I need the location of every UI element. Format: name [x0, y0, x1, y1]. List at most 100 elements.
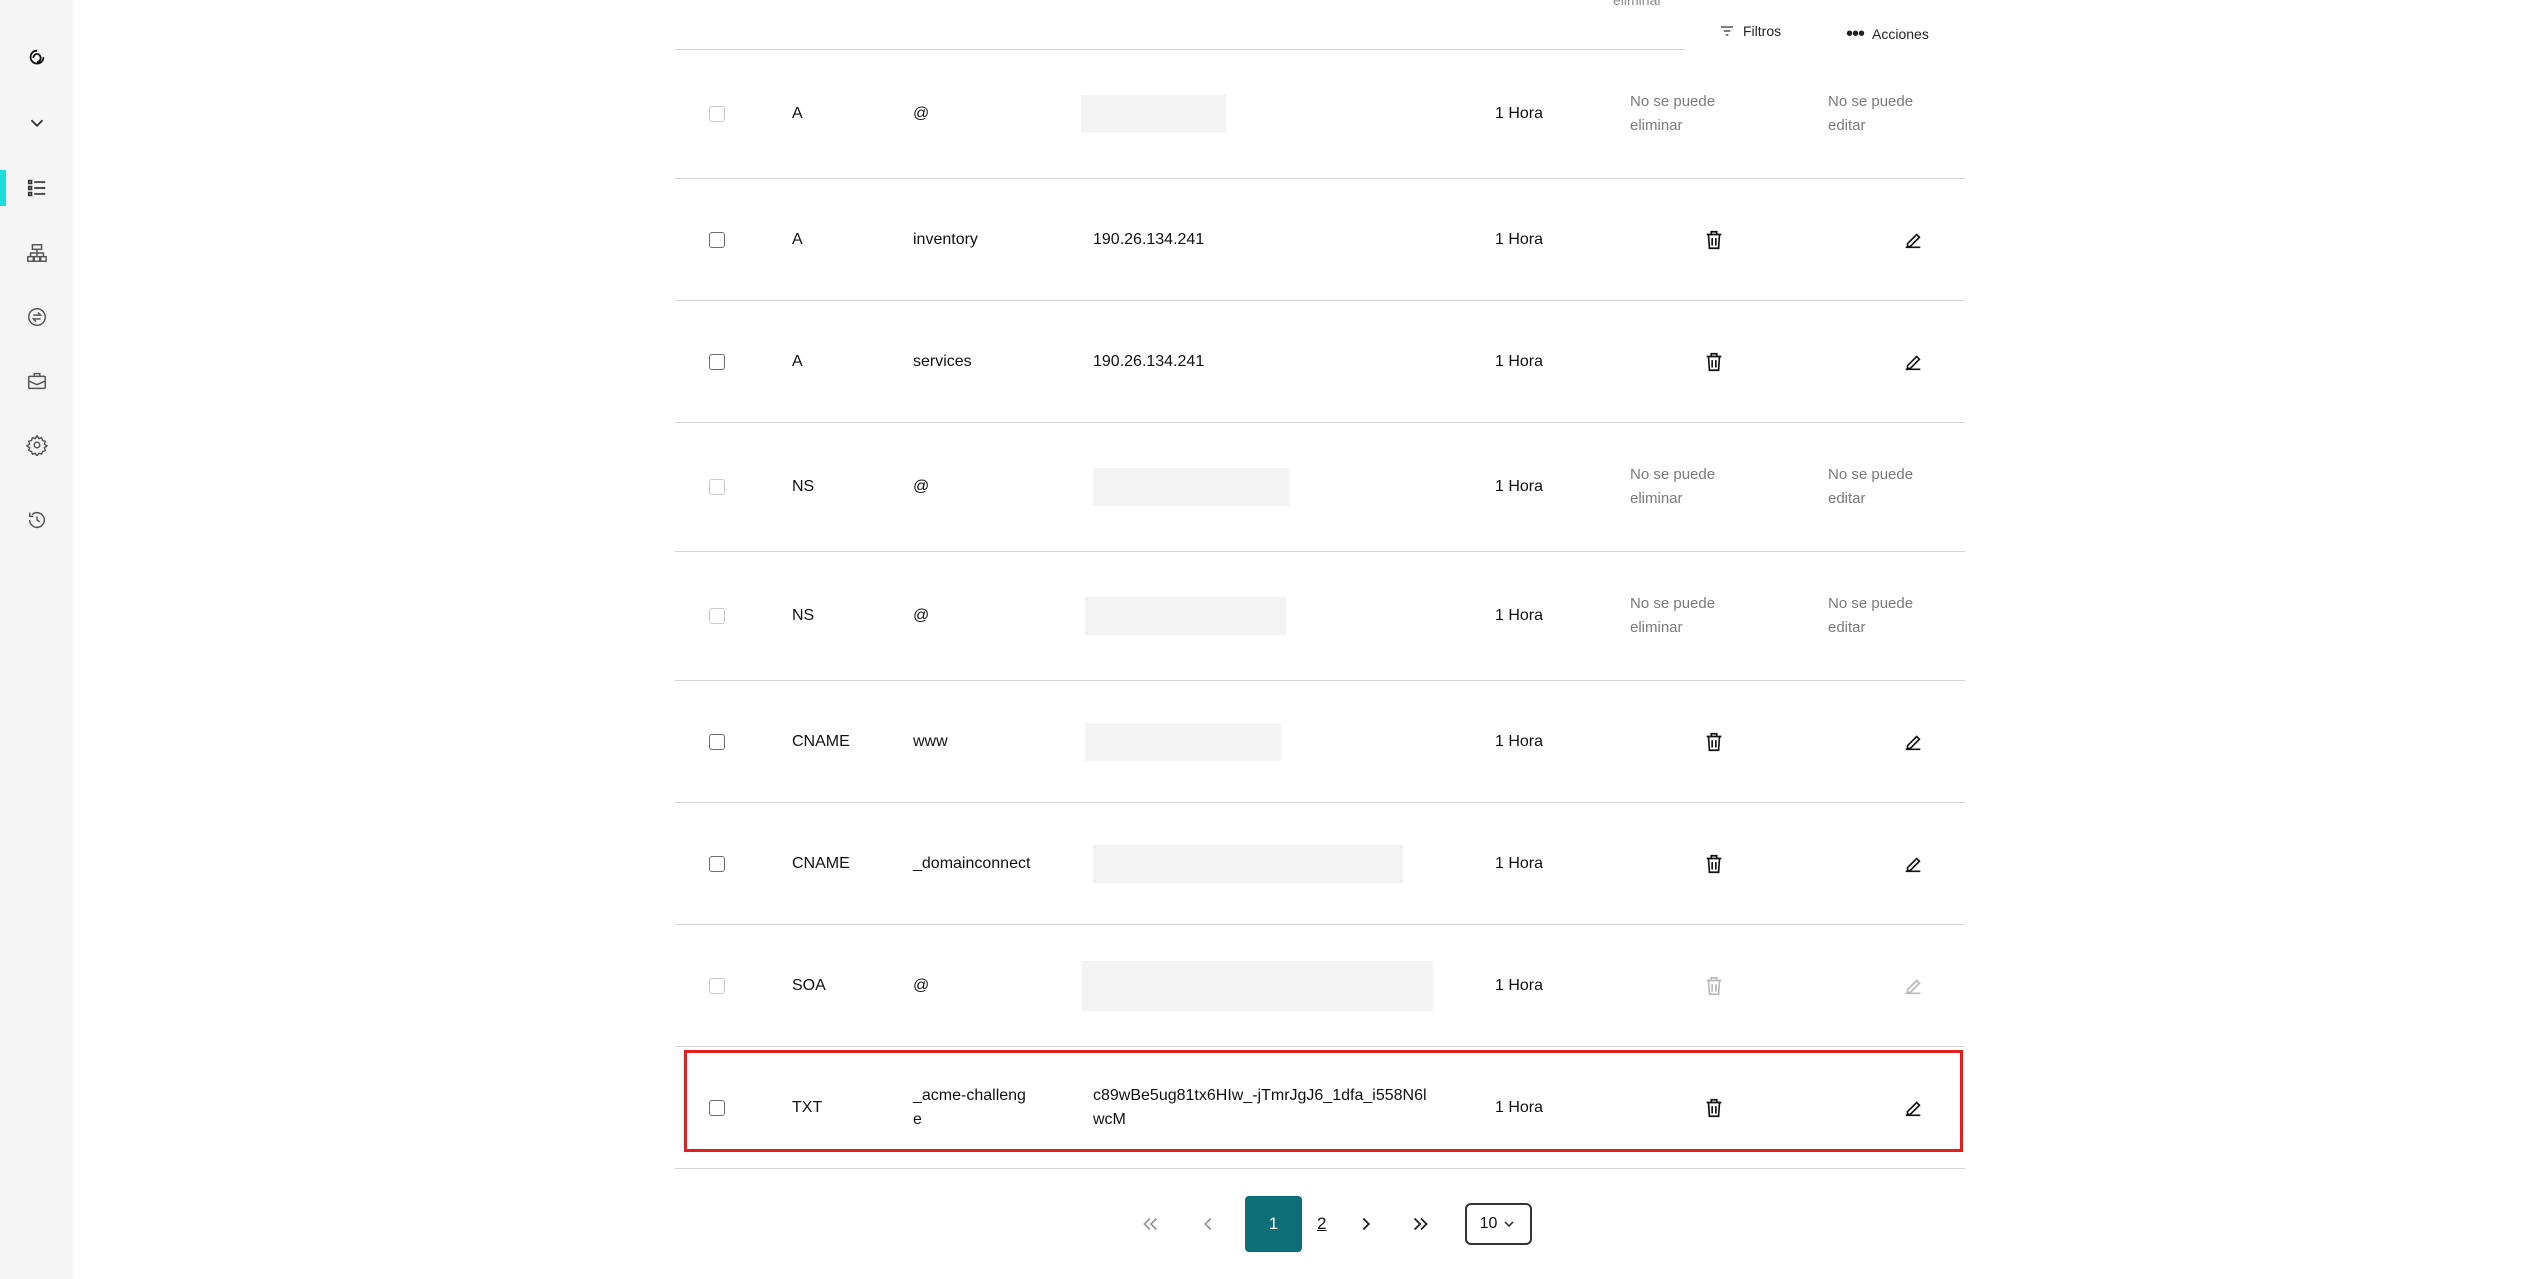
redacted-value [1085, 722, 1281, 761]
chevron-right-icon [1362, 1217, 1371, 1231]
trash-icon[interactable] [1702, 730, 1726, 754]
page-size-value: 10 [1479, 1215, 1498, 1232]
table-row: A services 190.26.134.241 1 Hora [675, 301, 1965, 423]
first-page-button[interactable] [1139, 1196, 1161, 1252]
record-name: @ [913, 105, 930, 122]
row-checkbox[interactable] [709, 855, 725, 872]
double-chevron-left-icon [1143, 1217, 1158, 1231]
table-row: A @ 1 Hora No se puede eliminar No se pu… [675, 50, 1965, 179]
row-checkbox[interactable] [709, 977, 725, 994]
trash-icon[interactable] [1702, 350, 1726, 374]
actions-label: Acciones [1872, 26, 1929, 42]
record-name: @ [913, 607, 930, 624]
pencil-icon[interactable] [1901, 730, 1925, 754]
record-type: NS [792, 478, 815, 495]
page-1-button[interactable]: 1 [1245, 1196, 1302, 1252]
filters-button[interactable]: Filtros [1719, 23, 1781, 39]
record-type: A [792, 352, 803, 370]
pencil-icon[interactable] [1901, 1096, 1925, 1120]
record-type: SOA [792, 976, 826, 994]
record-ttl: 1 Hora [1495, 607, 1544, 624]
godaddy-logo-icon[interactable] [0, 40, 73, 76]
row-checkbox[interactable] [709, 106, 725, 122]
record-value [1081, 50, 1433, 178]
record-value: 190.26.134.241 [1093, 230, 1205, 248]
record-name: _acme-challenge [913, 1086, 1026, 1128]
briefcase-icon[interactable] [0, 363, 73, 399]
record-ttl: 1 Hora [1495, 976, 1544, 994]
record-type: TXT [792, 1098, 823, 1116]
record-type: CNAME [792, 854, 850, 872]
table-row: SOA @ 1 Hora [675, 925, 1965, 1047]
history-icon[interactable] [0, 502, 73, 538]
record-ttl: 1 Hora [1495, 732, 1544, 750]
record-type: A [792, 230, 803, 248]
page-size-select[interactable]: 10 [1465, 1203, 1532, 1245]
trash-icon[interactable] [1702, 852, 1726, 876]
row-checkbox[interactable] [709, 353, 725, 370]
record-ttl: 1 Hora [1495, 1098, 1544, 1116]
chevron-down-icon[interactable] [0, 105, 73, 141]
more-dots-icon: ••• [1846, 23, 1865, 45]
pencil-icon[interactable] [1901, 852, 1925, 876]
double-chevron-right-icon [1413, 1217, 1428, 1231]
sitemap-icon[interactable] [0, 235, 73, 271]
delete-unavailable-text: No se puede eliminar [1630, 93, 1716, 134]
row-checkbox[interactable] [709, 231, 725, 248]
dns-records-panel: eliminar Filtros ••• Acciones A @ 1 Hora… [675, 0, 1965, 1279]
transfer-icon[interactable] [0, 299, 73, 335]
edit-unavailable-text: No se puede editar [1828, 466, 1914, 507]
filter-icon [1721, 26, 1733, 36]
trash-icon [1702, 974, 1726, 998]
delete-unavailable-text: No se puede eliminar [1630, 595, 1716, 636]
redacted-value [1085, 597, 1286, 635]
record-value [1082, 925, 1433, 1046]
redacted-value [1093, 468, 1289, 506]
page-2-button[interactable]: 2 [1317, 1196, 1326, 1252]
delete-column-text: eliminar [1613, 0, 1663, 8]
record-name: @ [913, 976, 930, 994]
trash-icon[interactable] [1702, 228, 1726, 252]
record-value [1085, 552, 1433, 680]
sidebar [0, 0, 73, 1279]
record-value [1093, 803, 1433, 924]
record-type: A [792, 105, 803, 122]
record-value: c89wBe5ug81tx6HIw_-jTmrJgJ6_1dfa_i558N6l… [1093, 1086, 1427, 1128]
record-name: @ [913, 478, 930, 495]
pencil-icon[interactable] [1901, 350, 1925, 374]
record-ttl: 1 Hora [1495, 478, 1544, 495]
table-row: NS @ 1 Hora No se puede eliminar No se p… [675, 552, 1965, 681]
gear-icon[interactable] [0, 427, 73, 463]
record-name: services [913, 352, 972, 370]
redacted-value [1082, 960, 1433, 1011]
previous-page-button[interactable] [1197, 1196, 1219, 1252]
record-ttl: 1 Hora [1495, 230, 1544, 248]
record-value [1093, 423, 1433, 551]
trash-icon[interactable] [1702, 1096, 1726, 1120]
row-checkbox[interactable] [709, 733, 725, 750]
record-type: NS [792, 607, 815, 624]
last-page-button[interactable] [1410, 1196, 1432, 1252]
record-name: inventory [913, 230, 978, 248]
record-value: 190.26.134.241 [1093, 352, 1205, 370]
pencil-icon [1901, 974, 1925, 998]
row-checkbox[interactable] [709, 479, 725, 495]
record-ttl: 1 Hora [1495, 352, 1544, 370]
edit-unavailable-text: No se puede editar [1828, 93, 1914, 134]
next-page-button[interactable] [1355, 1196, 1377, 1252]
dns-list-icon[interactable] [0, 170, 73, 206]
record-name: _domainconnect [913, 854, 1031, 872]
chevron-down-icon [1504, 1221, 1514, 1228]
chevron-left-icon [1203, 1217, 1212, 1231]
record-value [1085, 681, 1433, 802]
delete-unavailable-text: No se puede eliminar [1630, 466, 1716, 507]
redacted-value [1093, 844, 1403, 883]
redacted-value [1081, 95, 1226, 133]
pencil-icon[interactable] [1901, 228, 1925, 252]
row-checkbox[interactable] [709, 1099, 725, 1116]
table-row: TXT _acme-challenge c89wBe5ug81tx6HIw_-j… [675, 1047, 1965, 1169]
record-name: www [913, 732, 948, 750]
row-checkbox[interactable] [709, 608, 725, 624]
actions-button[interactable]: ••• Acciones [1846, 23, 1929, 45]
table-row: CNAME www 1 Hora [675, 681, 1965, 803]
